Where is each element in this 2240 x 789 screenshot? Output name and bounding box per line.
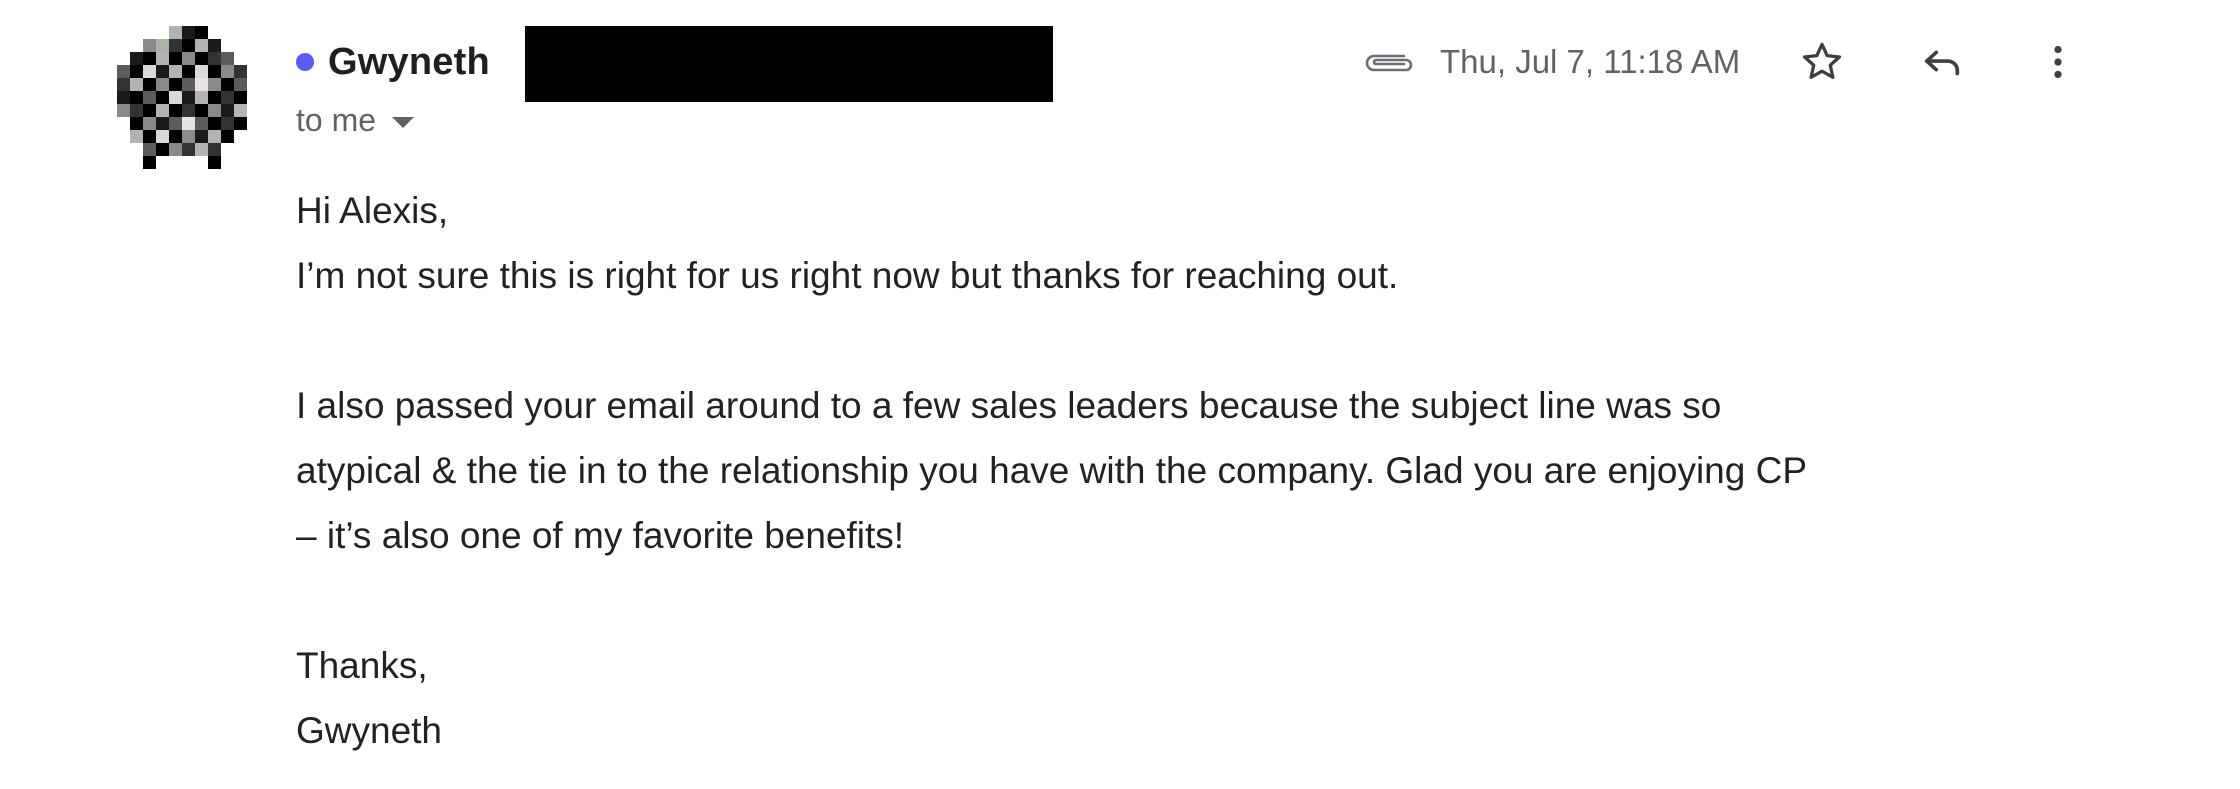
message-timestamp: Thu, Jul 7, 11:18 AM [1440, 43, 1741, 80]
paperclip-icon [1365, 54, 1413, 72]
star-button[interactable] [1792, 32, 1852, 92]
recipient-label: to me [296, 101, 377, 138]
body-line: atypical & the tie in to the relationshi… [296, 450, 1808, 491]
reply-button[interactable] [1912, 32, 1972, 92]
more-options-button[interactable] [2028, 32, 2088, 92]
signature: Gwyneth [296, 710, 443, 751]
unread-dot [296, 53, 314, 71]
message-meta: Thu, Jul 7, 11:18 AM [1360, 34, 1740, 90]
redaction-bar [525, 26, 1053, 102]
sender-row: Gwyneth [296, 36, 490, 88]
body-line: I also passed your email around to a few… [296, 385, 1722, 426]
recipient-details-toggle[interactable]: to me [296, 98, 415, 142]
reply-icon [1924, 50, 1960, 76]
sender-name[interactable]: Gwyneth [328, 41, 490, 84]
avatar[interactable] [117, 26, 260, 169]
body-line: – it’s also one of my favorite benefits! [296, 515, 905, 556]
more-vertical-icon [2054, 45, 2062, 79]
message-body: Hi Alexis, I’m not sure this is right fo… [296, 178, 2096, 763]
body-line: I’m not sure this is right for us right … [296, 255, 1399, 296]
signoff: Thanks, [296, 645, 428, 686]
greeting: Hi Alexis, [296, 190, 449, 231]
star-outline-icon [1802, 42, 1842, 79]
chevron-down-icon[interactable] [392, 116, 415, 128]
